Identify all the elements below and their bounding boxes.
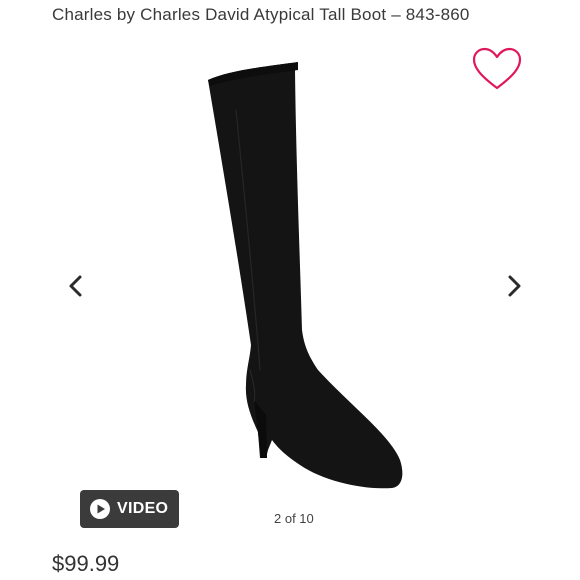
chevron-left-icon xyxy=(69,275,82,297)
product-price: $99.99 xyxy=(52,551,120,576)
video-button[interactable]: VIDEO xyxy=(80,490,179,528)
video-label: VIDEO xyxy=(117,500,169,517)
previous-image-button[interactable] xyxy=(61,270,89,302)
favorite-button[interactable] xyxy=(471,47,523,91)
boot-illustration xyxy=(208,62,403,489)
image-counter: 2 of 10 xyxy=(274,511,314,526)
chevron-right-icon xyxy=(508,275,521,297)
product-title: Charles by Charles David Atypical Tall B… xyxy=(52,5,470,24)
product-listing-page: Charles by Charles David Atypical Tall B… xyxy=(0,0,580,580)
play-icon xyxy=(89,498,111,520)
next-image-button[interactable] xyxy=(501,270,529,302)
product-image[interactable] xyxy=(150,40,440,500)
heart-icon xyxy=(472,47,522,90)
